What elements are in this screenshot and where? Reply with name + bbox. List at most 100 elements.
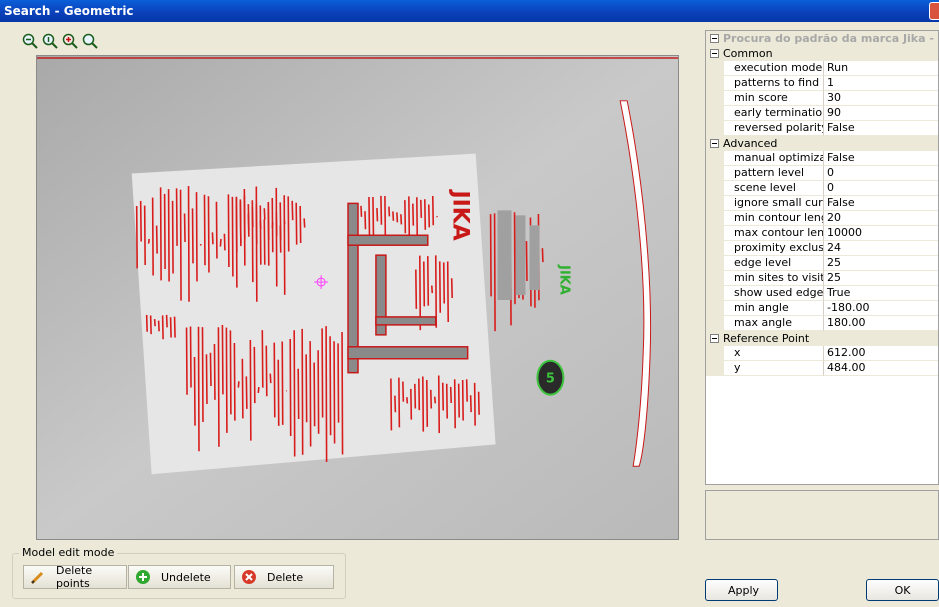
jika-label-green: JIKA: [556, 264, 571, 295]
property-value[interactable]: False: [824, 196, 938, 211]
delete-points-button[interactable]: Delete points: [23, 564, 127, 590]
reference-rows: x 612.00 y 484.00: [706, 346, 938, 376]
property-row[interactable]: ignore small curvatuFalse: [706, 196, 938, 211]
zoom-in-icon[interactable]: [62, 33, 78, 49]
property-row[interactable]: reversed polarity False: [706, 121, 938, 136]
row-gutter: [706, 271, 724, 286]
row-gutter: [706, 91, 724, 106]
delete-circle-icon: [241, 569, 257, 585]
property-value[interactable]: 30: [824, 91, 938, 106]
property-name: patterns to find: [724, 76, 824, 91]
property-row[interactable]: min contour length20: [706, 211, 938, 226]
property-row[interactable]: scene level 0: [706, 181, 938, 196]
property-row[interactable]: max contour length10000: [706, 226, 938, 241]
row-gutter: [706, 241, 724, 256]
zoom-toolbar: [22, 33, 98, 51]
delete-button[interactable]: Delete: [234, 565, 334, 589]
property-name: reversed polarity: [724, 121, 824, 136]
close-icon[interactable]: [929, 2, 939, 20]
property-row[interactable]: manual optimizationFalse: [706, 151, 938, 166]
collapse-icon[interactable]: [710, 334, 719, 343]
common-rows: execution mode Run patterns to find 1 min sc…: [706, 61, 938, 136]
property-name: early termination sc: [724, 106, 824, 121]
property-name: ignore small curvatu: [724, 196, 824, 211]
property-value[interactable]: 0: [824, 181, 938, 196]
row-gutter: [706, 61, 724, 76]
zoom-actual-icon[interactable]: [82, 33, 98, 49]
row-gutter: [706, 196, 724, 211]
property-value[interactable]: 180.00: [824, 316, 938, 331]
category-advanced[interactable]: Advanced: [706, 136, 938, 151]
property-value[interactable]: 0: [824, 166, 938, 181]
property-row[interactable]: execution mode Run: [706, 61, 938, 76]
match-badge-number: 5: [546, 372, 555, 387]
property-row[interactable]: show used edges True: [706, 286, 938, 301]
row-gutter: [706, 181, 724, 196]
window-titlebar: Search - Geometric: [0, 0, 939, 22]
collapse-icon[interactable]: [710, 49, 719, 58]
property-value[interactable]: 484.00: [824, 361, 938, 376]
property-value[interactable]: 25: [824, 271, 938, 286]
undelete-button[interactable]: Undelete: [128, 565, 231, 589]
category-label: Common: [723, 47, 773, 60]
zoom-fit-icon[interactable]: [42, 33, 58, 49]
zoom-out-icon[interactable]: [22, 33, 38, 49]
property-row[interactable]: edge level 25: [706, 256, 938, 271]
property-value[interactable]: True: [824, 286, 938, 301]
row-gutter: [706, 76, 724, 91]
document-sheet: [131, 153, 496, 475]
apply-button[interactable]: Apply: [705, 579, 778, 601]
row-gutter: [706, 301, 724, 316]
collapse-icon[interactable]: [710, 139, 719, 148]
property-value[interactable]: False: [824, 151, 938, 166]
row-gutter: [706, 151, 724, 166]
category-common[interactable]: Common: [706, 46, 938, 61]
property-name: proximity exclusion: [724, 241, 824, 256]
property-row[interactable]: min angle -180.00: [706, 301, 938, 316]
property-row[interactable]: x 612.00: [706, 346, 938, 361]
property-value[interactable]: 25: [824, 256, 938, 271]
property-name: execution mode: [724, 61, 824, 76]
property-row[interactable]: proximity exclusion24: [706, 241, 938, 256]
property-row[interactable]: pattern level 0: [706, 166, 938, 181]
property-name: min score: [724, 91, 824, 106]
category-label: Reference Point: [723, 332, 810, 345]
property-value[interactable]: 10000: [824, 226, 938, 241]
row-gutter: [706, 211, 724, 226]
property-row[interactable]: patterns to find 1: [706, 76, 938, 91]
delete-label: Delete: [267, 570, 304, 584]
property-value[interactable]: False: [824, 121, 938, 136]
property-row[interactable]: min score 30: [706, 91, 938, 106]
property-row[interactable]: y 484.00: [706, 361, 938, 376]
property-value[interactable]: 24: [824, 241, 938, 256]
property-name: min angle: [724, 301, 824, 316]
collapse-icon[interactable]: [710, 34, 719, 43]
window-title: Search - Geometric: [4, 4, 134, 18]
category-label: Advanced: [723, 137, 778, 150]
property-grid: Procura do padrão da marca Jika - Banhe …: [705, 30, 939, 485]
property-grid-header: Procura do padrão da marca Jika - Banhe: [706, 31, 938, 46]
property-description-panel: [705, 490, 939, 540]
property-row[interactable]: early termination sc90: [706, 106, 938, 121]
property-row[interactable]: min sites to visit 25: [706, 271, 938, 286]
delete-points-label: Delete points: [56, 564, 93, 590]
property-name: min sites to visit: [724, 271, 824, 286]
ok-button[interactable]: OK: [866, 579, 939, 601]
property-grid-title: Procura do padrão da marca Jika - Banhe: [723, 32, 938, 45]
plus-circle-icon: [135, 569, 151, 585]
property-value[interactable]: -180.00: [824, 301, 938, 316]
property-value[interactable]: 20: [824, 211, 938, 226]
property-value[interactable]: 1: [824, 76, 938, 91]
property-value[interactable]: Run: [824, 61, 938, 76]
property-value[interactable]: 612.00: [824, 346, 938, 361]
model-edit-group: Model edit mode Delete points Undelete D…: [12, 546, 346, 599]
pencil-icon: [30, 569, 46, 585]
property-name: show used edges: [724, 286, 824, 301]
property-value[interactable]: 90: [824, 106, 938, 121]
property-name: scene level: [724, 181, 824, 196]
property-row[interactable]: max angle 180.00: [706, 316, 938, 331]
category-reference-point[interactable]: Reference Point: [706, 331, 938, 346]
image-canvas[interactable]: JIKA JIKA 5: [36, 55, 679, 540]
row-gutter: [706, 316, 724, 331]
property-name: manual optimization: [724, 151, 824, 166]
